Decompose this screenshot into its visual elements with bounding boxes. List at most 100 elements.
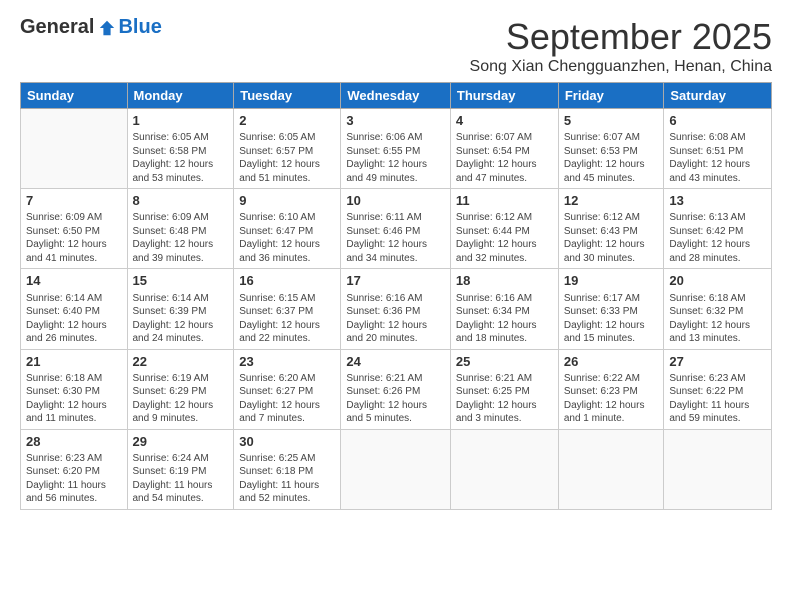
calendar-cell: 20 Sunrise: 6:18 AM Sunset: 6:32 PM Dayli… bbox=[664, 269, 772, 349]
calendar-week-3: 14Sunrise: 6:14 AM Sunset: 6:40 PM Dayli… bbox=[21, 269, 772, 349]
cell-daylight-info: Sunrise: 6:07 AM Sunset: 6:53 PM Dayligh… bbox=[564, 131, 659, 185]
calendar-cell: 6Sunrise: 6:08 AM Sunset: 6:51 PM Daylig… bbox=[664, 109, 772, 189]
cell-daylight-info: Sunrise: 6:05 AM Sunset: 6:58 PM Dayligh… bbox=[133, 131, 229, 185]
cell-date-number: 22 bbox=[133, 353, 229, 371]
cell-daylight-info: Sunrise: 6:09 AM Sunset: 6:50 PM Dayligh… bbox=[26, 211, 122, 265]
cell-date-number: 11 bbox=[456, 192, 553, 210]
calendar-cell: 8Sunrise: 6:09 AM Sunset: 6:48 PM Daylig… bbox=[127, 189, 234, 269]
cell-date-number: 21 bbox=[26, 353, 122, 371]
calendar-cell: 22Sunrise: 6:19 AM Sunset: 6:29 PM Dayli… bbox=[127, 349, 234, 429]
cell-date-number: 26 bbox=[564, 353, 659, 371]
weekday-monday: Monday bbox=[127, 83, 234, 109]
cell-daylight-info: Sunrise: 6:21 AM Sunset: 6:26 PM Dayligh… bbox=[346, 372, 445, 426]
calendar-cell: 25Sunrise: 6:21 AM Sunset: 6:25 PM Dayli… bbox=[450, 349, 558, 429]
calendar-cell: 19Sunrise: 6:17 AM Sunset: 6:33 PM Dayli… bbox=[558, 269, 664, 349]
cell-daylight-info: Sunrise: 6:23 AM Sunset: 6:22 PM Dayligh… bbox=[669, 372, 766, 426]
cell-daylight-info: Sunrise: 6:12 AM Sunset: 6:44 PM Dayligh… bbox=[456, 211, 553, 265]
cell-date-number: 17 bbox=[346, 272, 445, 290]
calendar-cell: 13Sunrise: 6:13 AM Sunset: 6:42 PM Dayli… bbox=[664, 189, 772, 269]
cell-date-number: 15 bbox=[133, 272, 229, 290]
weekday-saturday: Saturday bbox=[664, 83, 772, 109]
cell-date-number: 18 bbox=[456, 272, 553, 290]
cell-date-number: 30 bbox=[239, 433, 335, 451]
cell-daylight-info: Sunrise: 6:18 AM Sunset: 6:32 PM Dayligh… bbox=[669, 292, 766, 346]
cell-date-number: 5 bbox=[564, 112, 659, 130]
title-area: September 2025 Song Xian Chengguanzhen, … bbox=[470, 16, 772, 76]
cell-date-number: 25 bbox=[456, 353, 553, 371]
cell-date-number: 27 bbox=[669, 353, 766, 371]
cell-date-number: 4 bbox=[456, 112, 553, 130]
page: General Blue September 2025 Song Xian Ch… bbox=[0, 0, 792, 612]
cell-daylight-info: Sunrise: 6:14 AM Sunset: 6:39 PM Dayligh… bbox=[133, 292, 229, 346]
header: General Blue September 2025 Song Xian Ch… bbox=[20, 16, 772, 76]
calendar-cell: 12Sunrise: 6:12 AM Sunset: 6:43 PM Dayli… bbox=[558, 189, 664, 269]
cell-daylight-info: Sunrise: 6:08 AM Sunset: 6:51 PM Dayligh… bbox=[669, 131, 766, 185]
weekday-friday: Friday bbox=[558, 83, 664, 109]
calendar-cell: 26Sunrise: 6:22 AM Sunset: 6:23 PM Dayli… bbox=[558, 349, 664, 429]
cell-date-number: 6 bbox=[669, 112, 766, 130]
cell-daylight-info: Sunrise: 6:07 AM Sunset: 6:54 PM Dayligh… bbox=[456, 131, 553, 185]
calendar-cell: 15 Sunrise: 6:14 AM Sunset: 6:39 PM Dayli… bbox=[127, 269, 234, 349]
calendar-table: SundayMondayTuesdayWednesdayThursdayFrid… bbox=[20, 82, 772, 510]
calendar-cell: 16 Sunrise: 6:15 AM Sunset: 6:37 PM Dayli… bbox=[234, 269, 341, 349]
cell-daylight-info: Sunrise: 6:11 AM Sunset: 6:46 PM Dayligh… bbox=[346, 211, 445, 265]
calendar-week-4: 21Sunrise: 6:18 AM Sunset: 6:30 PM Dayli… bbox=[21, 349, 772, 429]
cell-date-number: 12 bbox=[564, 192, 659, 210]
cell-daylight-info: Sunrise: 6:18 AM Sunset: 6:30 PM Dayligh… bbox=[26, 372, 122, 426]
calendar-cell bbox=[21, 109, 128, 189]
cell-date-number: 16 bbox=[239, 272, 335, 290]
cell-daylight-info: Sunrise: 6:16 AM Sunset: 6:34 PM Dayligh… bbox=[456, 292, 553, 346]
cell-daylight-info: Sunrise: 6:06 AM Sunset: 6:55 PM Dayligh… bbox=[346, 131, 445, 185]
cell-daylight-info: Sunrise: 6:05 AM Sunset: 6:57 PM Dayligh… bbox=[239, 131, 335, 185]
logo-general-text: General bbox=[20, 16, 94, 39]
calendar-cell bbox=[341, 429, 451, 509]
cell-date-number: 28 bbox=[26, 433, 122, 451]
cell-daylight-info: Sunrise: 6:24 AM Sunset: 6:19 PM Dayligh… bbox=[133, 452, 229, 506]
cell-daylight-info: Sunrise: 6:15 AM Sunset: 6:37 PM Dayligh… bbox=[239, 292, 335, 346]
month-title: September 2025 bbox=[470, 16, 772, 58]
calendar-week-2: 7Sunrise: 6:09 AM Sunset: 6:50 PM Daylig… bbox=[21, 189, 772, 269]
calendar-cell: 1Sunrise: 6:05 AM Sunset: 6:58 PM Daylig… bbox=[127, 109, 234, 189]
calendar-cell: 5Sunrise: 6:07 AM Sunset: 6:53 PM Daylig… bbox=[558, 109, 664, 189]
logo-icon bbox=[98, 19, 116, 37]
calendar-cell: 27Sunrise: 6:23 AM Sunset: 6:22 PM Dayli… bbox=[664, 349, 772, 429]
weekday-tuesday: Tuesday bbox=[234, 83, 341, 109]
cell-date-number: 24 bbox=[346, 353, 445, 371]
cell-daylight-info: Sunrise: 6:14 AM Sunset: 6:40 PM Dayligh… bbox=[26, 292, 122, 346]
logo: General Blue bbox=[20, 16, 162, 39]
cell-date-number: 2 bbox=[239, 112, 335, 130]
cell-daylight-info: Sunrise: 6:21 AM Sunset: 6:25 PM Dayligh… bbox=[456, 372, 553, 426]
calendar-week-5: 28Sunrise: 6:23 AM Sunset: 6:20 PM Dayli… bbox=[21, 429, 772, 509]
cell-date-number: 29 bbox=[133, 433, 229, 451]
calendar-cell: 7Sunrise: 6:09 AM Sunset: 6:50 PM Daylig… bbox=[21, 189, 128, 269]
calendar-cell: 9Sunrise: 6:10 AM Sunset: 6:47 PM Daylig… bbox=[234, 189, 341, 269]
weekday-sunday: Sunday bbox=[21, 83, 128, 109]
calendar-cell: 3Sunrise: 6:06 AM Sunset: 6:55 PM Daylig… bbox=[341, 109, 451, 189]
cell-date-number: 20 bbox=[669, 272, 766, 290]
cell-daylight-info: Sunrise: 6:12 AM Sunset: 6:43 PM Dayligh… bbox=[564, 211, 659, 265]
cell-daylight-info: Sunrise: 6:09 AM Sunset: 6:48 PM Dayligh… bbox=[133, 211, 229, 265]
weekday-wednesday: Wednesday bbox=[341, 83, 451, 109]
calendar-cell: 24Sunrise: 6:21 AM Sunset: 6:26 PM Dayli… bbox=[341, 349, 451, 429]
cell-date-number: 3 bbox=[346, 112, 445, 130]
cell-daylight-info: Sunrise: 6:20 AM Sunset: 6:27 PM Dayligh… bbox=[239, 372, 335, 426]
calendar-cell: 28Sunrise: 6:23 AM Sunset: 6:20 PM Dayli… bbox=[21, 429, 128, 509]
calendar-cell: 2Sunrise: 6:05 AM Sunset: 6:57 PM Daylig… bbox=[234, 109, 341, 189]
cell-date-number: 7 bbox=[26, 192, 122, 210]
cell-daylight-info: Sunrise: 6:13 AM Sunset: 6:42 PM Dayligh… bbox=[669, 211, 766, 265]
cell-date-number: 19 bbox=[564, 272, 659, 290]
calendar-cell: 30Sunrise: 6:25 AM Sunset: 6:18 PM Dayli… bbox=[234, 429, 341, 509]
subtitle: Song Xian Chengguanzhen, Henan, China bbox=[470, 58, 772, 76]
calendar-cell: 4Sunrise: 6:07 AM Sunset: 6:54 PM Daylig… bbox=[450, 109, 558, 189]
calendar-cell: 23Sunrise: 6:20 AM Sunset: 6:27 PM Dayli… bbox=[234, 349, 341, 429]
cell-date-number: 1 bbox=[133, 112, 229, 130]
calendar-cell: 29Sunrise: 6:24 AM Sunset: 6:19 PM Dayli… bbox=[127, 429, 234, 509]
calendar-week-1: 1Sunrise: 6:05 AM Sunset: 6:58 PM Daylig… bbox=[21, 109, 772, 189]
cell-date-number: 13 bbox=[669, 192, 766, 210]
calendar-cell: 17 Sunrise: 6:16 AM Sunset: 6:36 PM Dayli… bbox=[341, 269, 451, 349]
cell-daylight-info: Sunrise: 6:16 AM Sunset: 6:36 PM Dayligh… bbox=[346, 292, 445, 346]
cell-daylight-info: Sunrise: 6:19 AM Sunset: 6:29 PM Dayligh… bbox=[133, 372, 229, 426]
calendar-cell: 10Sunrise: 6:11 AM Sunset: 6:46 PM Dayli… bbox=[341, 189, 451, 269]
weekday-thursday: Thursday bbox=[450, 83, 558, 109]
calendar-cell: 18 Sunrise: 6:16 AM Sunset: 6:34 PM Dayli… bbox=[450, 269, 558, 349]
